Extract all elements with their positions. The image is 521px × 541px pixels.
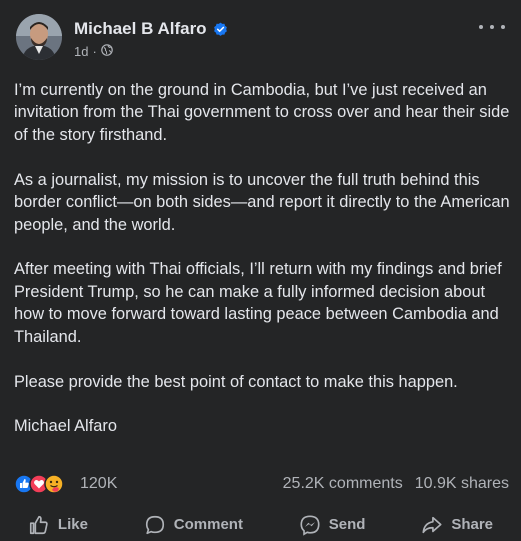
send-button[interactable]: Send: [289, 510, 376, 540]
share-button[interactable]: Share: [411, 510, 503, 540]
meta-separator: ·: [92, 44, 97, 59]
post-paragraph: After meeting with Thai officials, I’ll …: [14, 260, 502, 346]
post-time[interactable]: 1d: [74, 44, 88, 59]
shares-count[interactable]: 10.9K shares: [415, 475, 509, 493]
comment-button[interactable]: Comment: [134, 510, 253, 540]
reaction-icons[interactable]: [14, 473, 78, 495]
share-label: Share: [451, 516, 494, 533]
verified-badge-icon: [213, 22, 228, 37]
post-body: I’m currently on the ground in Cambodia,…: [14, 79, 510, 460]
comment-icon: [145, 515, 164, 534]
engagement-stats: 25.2K comments 10.9K shares: [283, 475, 509, 493]
share-arrow-icon: [422, 516, 442, 533]
globe-icon: [101, 44, 113, 59]
author-name-row: Michael B Alfaro: [74, 19, 228, 39]
comments-count[interactable]: 25.2K comments: [283, 475, 403, 493]
like-label: Like: [57, 516, 88, 533]
post-paragraph: Please provide the best point of contact…: [14, 372, 458, 391]
messenger-icon: [300, 514, 320, 536]
post-paragraph: I’m currently on the ground in Cambodia,…: [14, 81, 510, 144]
care-reaction-icon: [44, 474, 64, 494]
comment-label: Comment: [173, 516, 243, 533]
author-avatar[interactable]: [16, 14, 62, 60]
author-name[interactable]: Michael B Alfaro: [74, 19, 207, 39]
like-button[interactable]: Like: [18, 510, 98, 540]
reaction-summary: 120K 25.2K comments 10.9K shares: [14, 472, 509, 496]
avatar-image: [16, 14, 62, 60]
post-signature: Michael Alfaro: [14, 417, 117, 436]
post-actions-bar: Like Comment Send Share: [0, 508, 521, 541]
post-paragraph: As a journalist, my mission is to uncove…: [14, 170, 510, 234]
facebook-post: Michael B Alfaro 1d · I’m currently on t…: [0, 0, 521, 541]
send-label: Send: [328, 516, 366, 533]
reaction-count[interactable]: 120K: [80, 475, 117, 493]
thumbs-up-icon: [29, 515, 48, 534]
post-meta: 1d ·: [74, 44, 113, 59]
post-header: Michael B Alfaro 1d ·: [16, 14, 509, 70]
more-options-icon[interactable]: [479, 20, 505, 34]
